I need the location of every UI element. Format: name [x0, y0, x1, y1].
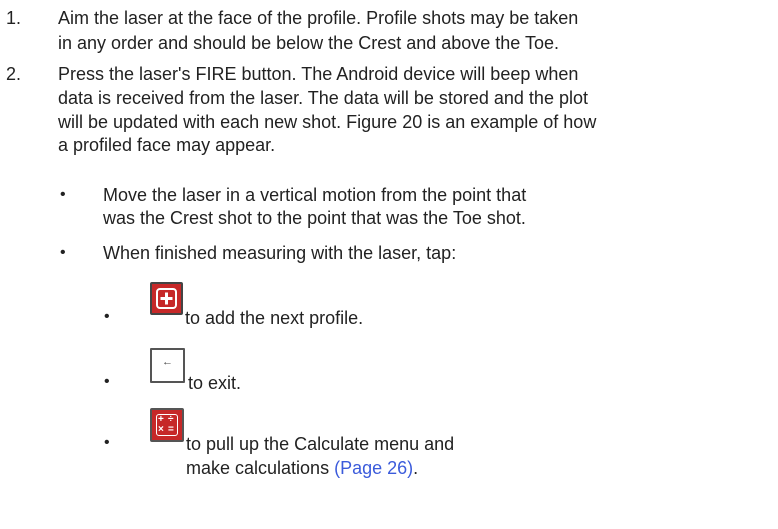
step-text: a profiled face may appear.: [58, 135, 276, 155]
action-text: to pull up the Calculate menu and: [186, 434, 455, 454]
page-link[interactable]: (Page 26): [334, 458, 413, 478]
action-text: to add the next profile.: [185, 308, 364, 328]
arrow-glyph: ←: [162, 356, 173, 368]
bullet-text: Move the laser in a vertical motion from…: [103, 185, 527, 205]
calculator-icon[interactable]: + ÷ × =: [150, 408, 184, 442]
action-text-part: make calculations: [186, 458, 335, 478]
back-arrow-icon[interactable]: ←: [150, 348, 185, 383]
action-text-end: .: [413, 458, 419, 478]
bullet-text: When finished measuring with the laser, …: [103, 243, 457, 263]
bullet-symbol: •: [60, 244, 66, 261]
add-icon[interactable]: [150, 282, 183, 315]
bullet-symbol: •: [104, 373, 110, 390]
action-text: to exit.: [188, 373, 242, 393]
step-number: 1.: [6, 8, 22, 28]
plus-icon: [156, 288, 177, 309]
action-text-continued: make calculations (Page 26).: [186, 456, 418, 480]
calc-frame: + ÷ × =: [156, 414, 178, 436]
bullet-symbol: •: [104, 434, 110, 451]
step-text: Press the laser's FIRE button. The Andro…: [58, 64, 579, 84]
times-glyph: ×: [158, 424, 164, 435]
step-text: Aim the laser at the face of the profile…: [58, 8, 579, 28]
step-text: will be updated with each new shot. Figu…: [58, 112, 597, 132]
bullet-text: was the Crest shot to the point that was…: [103, 208, 526, 228]
equals-glyph: =: [168, 424, 174, 435]
step-number: 2.: [6, 64, 22, 84]
step-text: in any order and should be below the Cre…: [58, 33, 560, 53]
bullet-symbol: •: [60, 186, 66, 203]
step-text: data is received from the laser. The dat…: [58, 88, 588, 108]
bullet-symbol: •: [104, 308, 110, 325]
